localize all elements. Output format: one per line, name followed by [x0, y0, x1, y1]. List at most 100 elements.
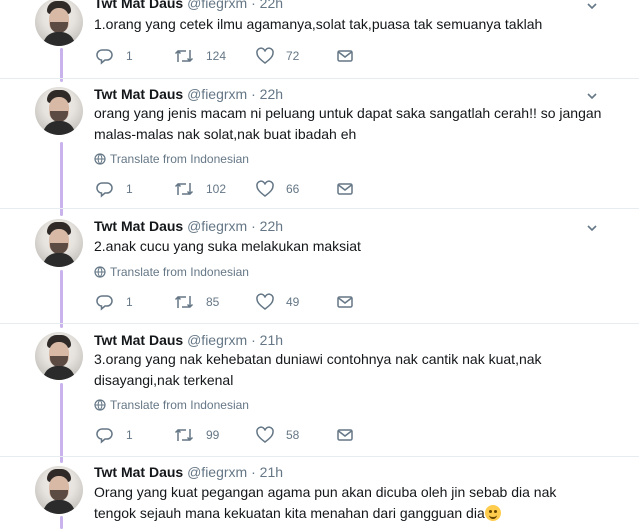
smiling-face-icon	[484, 505, 501, 521]
envelope-icon	[337, 296, 353, 308]
like-button[interactable]: 72	[256, 46, 299, 66]
tweet[interactable]: Twt Mat Daus @fiegrxm · 22h 1.orang yang…	[0, 0, 639, 79]
retweet-count: 85	[206, 295, 220, 309]
retweet-button[interactable]: 124	[174, 46, 226, 66]
retweet-icon	[174, 49, 194, 63]
translate-link[interactable]: Translate from Indonesian	[94, 264, 249, 280]
reply-count: 1	[126, 295, 133, 309]
chevron-down-icon[interactable]	[587, 1, 597, 11]
tweet-text-line: Orang yang kuat pegangan agama pun akan …	[94, 484, 557, 500]
tweet-text: 3.orang yang nak kehebatan duniawi conto…	[94, 349, 614, 391]
dm-button[interactable]	[336, 425, 354, 445]
tweet-actions: 1 102 66	[94, 179, 374, 199]
heart-icon	[256, 47, 274, 64]
separator-dot: ·	[251, 332, 256, 348]
retweet-count: 102	[206, 182, 227, 196]
reply-count: 1	[126, 182, 133, 196]
tweet-header: Twt Mat Daus @fiegrxm · 21h	[94, 331, 283, 349]
avatar[interactable]	[35, 466, 83, 514]
chevron-down-icon[interactable]	[587, 91, 597, 101]
reply-icon	[96, 295, 113, 311]
tweet-text-line: disayangi,nak terkenal	[94, 372, 234, 388]
reply-button[interactable]: 1	[96, 292, 133, 312]
dm-button[interactable]	[336, 46, 354, 66]
envelope-icon	[337, 50, 353, 62]
like-button[interactable]: 66	[256, 179, 299, 199]
like-count: 58	[286, 428, 300, 442]
retweet-count: 99	[206, 428, 220, 442]
retweet-button[interactable]: 99	[174, 425, 219, 445]
like-button[interactable]: 49	[256, 292, 299, 312]
username[interactable]: @fiegrxm	[187, 218, 247, 234]
tweet-header: Twt Mat Daus @fiegrxm · 22h	[94, 85, 283, 103]
reply-button[interactable]: 1	[96, 46, 133, 66]
tweet-text-line: 3.orang yang nak kehebatan duniawi conto…	[94, 351, 542, 367]
like-button[interactable]: 58	[256, 425, 299, 445]
heart-icon	[256, 180, 274, 197]
display-name[interactable]: Twt Mat Daus	[94, 218, 183, 234]
reply-icon	[96, 182, 113, 198]
heart-icon	[256, 293, 274, 310]
retweet-count: 124	[206, 49, 227, 63]
translate-link[interactable]: Translate from Indonesian	[94, 151, 249, 167]
separator-dot: ·	[251, 0, 256, 11]
heart-icon	[256, 426, 274, 443]
avatar[interactable]	[35, 219, 83, 267]
display-name[interactable]: Twt Mat Daus	[94, 332, 183, 348]
retweet-icon	[174, 428, 194, 442]
avatar[interactable]	[35, 332, 83, 380]
retweet-icon	[174, 295, 194, 309]
tweet[interactable]: Twt Mat Daus @fiegrxm · 22h 2.anak cucu …	[0, 209, 639, 324]
tweet-actions: 1 85 49	[94, 292, 374, 312]
dm-button[interactable]	[336, 179, 354, 199]
display-name[interactable]: Twt Mat Daus	[94, 464, 183, 480]
avatar[interactable]	[35, 0, 83, 46]
timestamp[interactable]: 22h	[260, 0, 283, 11]
tweet-text: 1.orang yang cetek ilmu agamanya,solat t…	[94, 16, 543, 32]
timestamp[interactable]: 21h	[260, 464, 283, 480]
translate-label: Translate from Indonesian	[110, 398, 249, 412]
tweet-text: orang yang jenis macam ni peluang untuk …	[94, 105, 602, 142]
username[interactable]: @fiegrxm	[187, 0, 247, 11]
separator-dot: ·	[251, 218, 256, 234]
tweet[interactable]: Twt Mat Daus @fiegrxm · 21h Orang yang k…	[0, 457, 639, 529]
display-name[interactable]: Twt Mat Daus	[94, 86, 183, 102]
chevron-down-icon[interactable]	[587, 223, 597, 233]
translate-link[interactable]: Translate from Indonesian	[94, 397, 249, 413]
translate-label: Translate from Indonesian	[110, 152, 249, 166]
tweet[interactable]: Twt Mat Daus @fiegrxm · 22h orang yang j…	[0, 79, 639, 209]
like-count: 66	[286, 182, 300, 196]
separator-dot: ·	[251, 86, 256, 102]
reply-icon	[96, 428, 113, 444]
retweet-icon	[174, 182, 194, 196]
timestamp[interactable]: 22h	[260, 218, 283, 234]
username[interactable]: @fiegrxm	[187, 464, 247, 480]
globe-icon	[94, 399, 106, 411]
username[interactable]: @fiegrxm	[187, 332, 247, 348]
reply-icon	[96, 49, 113, 65]
reply-count: 1	[126, 49, 133, 63]
timestamp[interactable]: 21h	[260, 332, 283, 348]
username[interactable]: @fiegrxm	[187, 86, 247, 102]
like-count: 49	[286, 295, 300, 309]
tweet-text: 2.anak cucu yang suka melakukan maksiat	[94, 238, 361, 254]
envelope-icon	[337, 429, 353, 441]
tweet-text: Orang yang kuat pegangan agama pun akan …	[94, 482, 614, 524]
tweet[interactable]: Twt Mat Daus @fiegrxm · 21h 3.orang yang…	[0, 324, 639, 457]
display-name[interactable]: Twt Mat Daus	[94, 0, 183, 11]
retweet-button[interactable]: 102	[174, 179, 226, 199]
retweet-button[interactable]: 85	[174, 292, 219, 312]
reply-button[interactable]: 1	[96, 179, 133, 199]
reply-count: 1	[126, 428, 133, 442]
timestamp[interactable]: 22h	[260, 86, 283, 102]
reply-button[interactable]: 1	[96, 425, 133, 445]
tweet-actions: 1 124 72	[94, 46, 374, 66]
avatar[interactable]	[35, 87, 83, 135]
dm-button[interactable]	[336, 292, 354, 312]
tweet-header: Twt Mat Daus @fiegrxm · 21h	[94, 463, 283, 481]
tweet-text-line: tengok sejauh mana kekuatan kita menahan…	[94, 505, 485, 521]
like-count: 72	[286, 49, 300, 63]
separator-dot: ·	[251, 464, 256, 480]
translate-label: Translate from Indonesian	[110, 265, 249, 279]
tweet-header: Twt Mat Daus @fiegrxm · 22h	[94, 217, 283, 235]
